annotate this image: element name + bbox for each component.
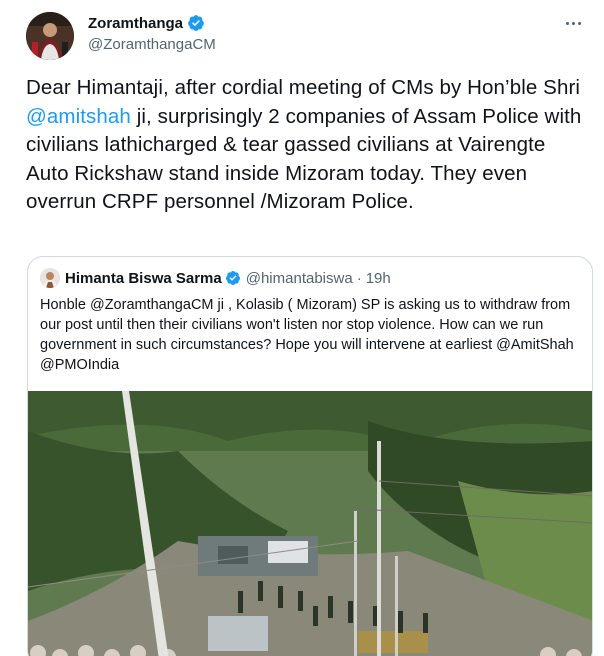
author-display-name[interactable]: Zoramthanga xyxy=(88,15,183,32)
verified-badge-icon xyxy=(188,15,204,31)
tweet-text: Dear Himantaji, after cordial meeting of… xyxy=(26,74,586,217)
separator-dot: · xyxy=(356,269,362,287)
quoted-tweet-text: Honble @ZoramthangaCM ji , Kolasib ( Miz… xyxy=(40,297,574,373)
quoted-tweet-photo[interactable] xyxy=(28,391,592,656)
author-avatar[interactable] xyxy=(26,12,74,60)
more-dot xyxy=(565,21,569,25)
more-options-icon[interactable] xyxy=(562,14,584,32)
quoted-author-name[interactable]: Himanta Biswa Sarma xyxy=(65,270,222,287)
more-dot xyxy=(571,21,575,25)
quoted-tweet[interactable]: Himanta Biswa Sarma @himantabiswa · 19h … xyxy=(27,256,593,656)
avatar-image xyxy=(26,12,74,60)
tweet-card: Zoramthanga @ZoramthangaCM Dear Himantaj… xyxy=(0,0,604,656)
author-handle[interactable]: @ZoramthangaCM xyxy=(88,36,216,53)
verified-badge-icon xyxy=(225,271,240,285)
mention-link[interactable]: @amitshah xyxy=(26,105,131,128)
more-dot xyxy=(577,21,581,25)
roadside-scene-image xyxy=(28,391,592,656)
quoted-tweet-header: Himanta Biswa Sarma @himantabiswa · 19h xyxy=(40,268,391,288)
quoted-avatar-image xyxy=(40,268,60,288)
quoted-author-avatar[interactable] xyxy=(40,268,60,288)
quoted-author-handle: @himantabiswa xyxy=(245,269,353,287)
quoted-tweet-time[interactable]: 19h xyxy=(366,270,391,287)
tweet-text-part1: Dear Himantaji, after cordial meeting of… xyxy=(26,76,581,99)
author-name-row: Zoramthanga xyxy=(88,14,205,32)
